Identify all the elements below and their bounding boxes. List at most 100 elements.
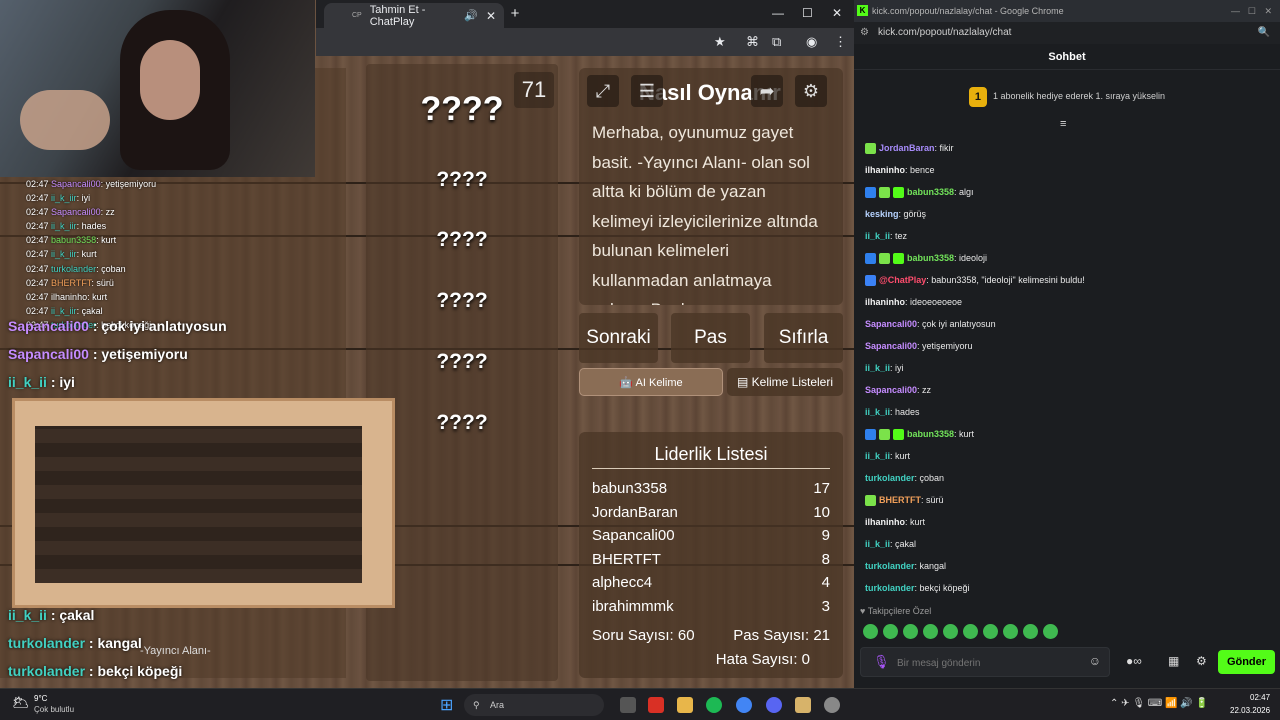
chat-message[interactable]: BHERTFT: sürü [865, 489, 1265, 511]
minimize-icon[interactable]: — [1231, 0, 1240, 22]
pdf-app-icon[interactable] [648, 697, 664, 713]
weather-icon[interactable]: 🌥 [12, 694, 30, 711]
exit-icon[interactable]: ➦ [751, 75, 783, 107]
chat-message[interactable]: turkolander: kangal [865, 555, 1265, 577]
chat-username: babun3358 [907, 187, 955, 197]
chat-log-overlay: 02:47 Sapancali00: yetişemiyoru 02:47 ii_… [26, 177, 346, 332]
file-explorer-icon[interactable] [677, 697, 693, 713]
new-tab-icon[interactable]: + [506, 5, 524, 23]
chat-message[interactable]: babun3358: ideoloji [865, 247, 1265, 269]
robot-icon: 🤖 [619, 377, 636, 389]
chat-message[interactable]: turkolander: çoban [865, 467, 1265, 489]
chat-text: : fikir [934, 143, 954, 153]
chat-message[interactable]: ii_k_ii: iyi [865, 357, 1265, 379]
chat-message[interactable]: kesking: görüş [865, 203, 1265, 225]
promo-text: 1 abonelik hediye ederek 1. sıraya yükse… [992, 91, 1166, 101]
task-view-icon[interactable] [620, 697, 636, 713]
chat-username: kesking [865, 209, 899, 219]
big-chat-line: ii_k_ii : çakal [8, 607, 95, 623]
translate-icon[interactable]: ⌘ [746, 34, 759, 50]
chat-log-line: 02:47 babun3358: kurt [26, 235, 117, 246]
chat-url[interactable]: kick.com/popout/nazlalay/chat [878, 27, 1011, 38]
leaderboard-row: Sapancali00 9 [592, 527, 830, 544]
chat-settings-gear-icon[interactable]: ⚙ [1196, 654, 1207, 668]
fullscreen-icon[interactable]: ⤢ [587, 75, 619, 107]
reset-button[interactable]: Sıfırla [764, 313, 843, 363]
chat-message[interactable]: @ChatPlay: babun3358, "ideoloji" kelimes… [865, 269, 1265, 291]
close-window-icon[interactable]: ✕ [1264, 0, 1272, 22]
store-icon[interactable]: ▦ [1168, 654, 1179, 668]
leaderboard: Liderlik Listesi babun3358 17 JordanBaran… [579, 432, 843, 678]
bookmark-star-icon[interactable]: ★ [714, 34, 726, 50]
chat-username: ii_k_ii [865, 231, 891, 241]
chat-username: ii_k_ii [865, 451, 891, 461]
chat-message[interactable]: ii_k_ii: kurt [865, 445, 1265, 467]
chat-message[interactable]: ii_k_ii: çakal [865, 533, 1265, 555]
chat-text: : ideoeoeoeoe [905, 297, 963, 307]
browser-toolbar: ★ ⌘ ⧉ ◉ ⋮ [316, 28, 854, 56]
chat-text: : kurt [954, 429, 975, 439]
notes-icon[interactable]: ☰ [631, 75, 663, 107]
app-icon[interactable] [824, 697, 840, 713]
close-tab-icon[interactable]: ✕ [486, 9, 496, 23]
close-window-icon[interactable]: ✕ [832, 6, 842, 20]
chat-message[interactable]: ii_k_ii: hades [865, 401, 1265, 423]
send-button[interactable]: Gönder [1218, 650, 1275, 674]
chat-message[interactable]: Sapancali00: zz [865, 379, 1265, 401]
windows-start-icon[interactable]: ⊞ [440, 695, 453, 715]
chat-message[interactable]: babun3358: kurt [865, 423, 1265, 445]
extensions-icon[interactable]: ⧉ [772, 34, 781, 50]
message-input-box[interactable]: 🎙 ☺ [860, 647, 1110, 677]
browser-tab[interactable]: CP Tahmin Et - ChatPlay 🔊 ✕ [324, 3, 504, 28]
sub-gift-promo[interactable]: 1 1 abonelik hediye ederek 1. sıraya yüks… [854, 82, 1280, 110]
chat-message[interactable]: ilhaninho: bence [865, 159, 1265, 181]
speaker-icon[interactable]: 🔊 [464, 9, 478, 22]
next-button[interactable]: Sonraki [579, 313, 658, 363]
chat-message[interactable]: turkolander: bekçi köpeği [865, 577, 1265, 599]
settings-gear-icon[interactable]: ⚙ [795, 75, 827, 107]
maximize-icon[interactable]: ☐ [1248, 0, 1256, 22]
emote-icon [1043, 624, 1058, 639]
emote-icon [983, 624, 998, 639]
minimize-icon[interactable]: — [772, 6, 784, 20]
emoji-icon[interactable]: ☺ [1089, 654, 1101, 668]
maximize-icon[interactable]: ☐ [802, 6, 813, 20]
chat-message[interactable]: ii_k_ii: tez [865, 225, 1265, 247]
zoom-search-icon[interactable]: 🔍 [1258, 22, 1270, 44]
chat-message[interactable]: ilhaninho: kurt [865, 511, 1265, 533]
chat-message[interactable]: babun3358: algı [865, 181, 1265, 203]
menu-kebab-icon[interactable]: ⋮ [834, 34, 847, 50]
message-input[interactable] [897, 654, 1077, 672]
chat-text: : zz [917, 385, 932, 395]
tray-icons[interactable]: ⌃ ✈ 🎙 ⌨ 📶 🔊 🔋 [1110, 698, 1208, 709]
pixelated-streamer-area [12, 398, 395, 608]
discord-icon[interactable] [766, 697, 782, 713]
blue-badge-icon [865, 253, 876, 265]
chrome-icon[interactable] [736, 697, 752, 713]
windows-taskbar: 🌥 9°C Çok bulutlu ⊞ ⚲ Ara ⌃ ✈ 🎙 ⌨ 📶 🔊 🔋 … [0, 688, 1280, 720]
chat-username: ii_k_ii [865, 407, 891, 417]
followers-only-label: ♥ Takipçilere Özel [860, 606, 932, 616]
word-lists-button[interactable]: ▤ Kelime Listeleri [727, 368, 843, 396]
chat-text: : hades [890, 407, 920, 417]
taskbar-search[interactable]: ⚲ Ara [464, 694, 604, 716]
question-count: Soru Sayısı: 60 [592, 627, 695, 644]
chat-text: : bence [905, 165, 935, 175]
profile-avatar-icon[interactable]: ◉ [806, 34, 817, 50]
chat-message[interactable]: ilhaninho: ideoeoeoeoe [865, 291, 1265, 313]
chat-username: ii_k_ii [865, 363, 891, 373]
leaderboard-row: alphecc4 4 [592, 574, 830, 591]
chat-message[interactable]: JordanBaran: fikir [865, 137, 1265, 159]
emote-icon [1023, 624, 1038, 639]
loyalty-points-icon[interactable]: ●∞ [1126, 654, 1142, 668]
spotify-icon[interactable] [706, 697, 722, 713]
filter-icon[interactable]: ≡ [1060, 118, 1066, 130]
app-icon[interactable] [795, 697, 811, 713]
site-info-icon[interactable]: ⚙ [860, 22, 869, 44]
chat-message[interactable]: Sapancali00: çok iyi anlatıyosun [865, 313, 1265, 335]
emote-bar[interactable] [863, 624, 1058, 639]
microphone-icon[interactable]: 🎙 [873, 654, 890, 670]
ai-word-button[interactable]: 🤖 AI Kelime [579, 368, 723, 396]
pass-button[interactable]: Pas [671, 313, 750, 363]
chat-message[interactable]: Sapancali00: yetişemiyoru [865, 335, 1265, 357]
